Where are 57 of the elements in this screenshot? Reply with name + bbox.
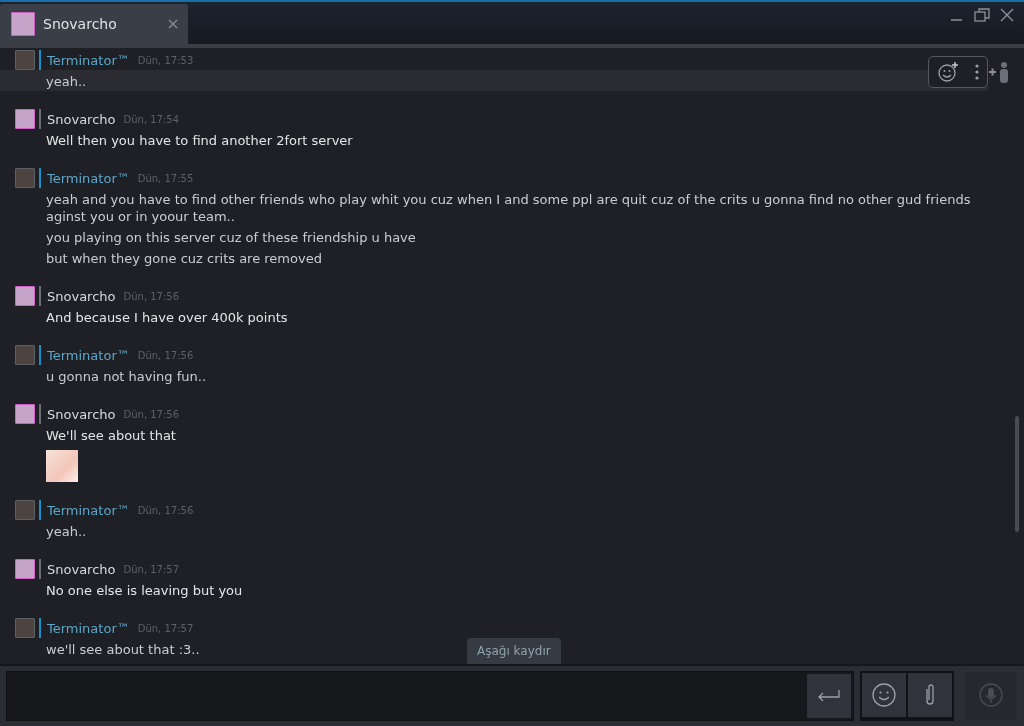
author-name[interactable]: Snovarcho xyxy=(47,406,116,422)
user-avatar[interactable] xyxy=(15,50,35,70)
message-text: u gonna not having fun.. xyxy=(45,368,208,386)
user-avatar[interactable] xyxy=(15,168,35,188)
paperclip-icon xyxy=(924,683,936,707)
add-reaction-icon[interactable] xyxy=(937,61,959,83)
author-name[interactable]: Terminator™ xyxy=(47,502,130,518)
message-text: We'll see about that xyxy=(45,427,177,445)
message-input[interactable] xyxy=(6,671,854,721)
more-icon[interactable] xyxy=(975,64,979,80)
author-name[interactable]: Snovarcho xyxy=(47,111,116,127)
message-text: but when they gone cuz crits are removed xyxy=(45,250,323,268)
author-name[interactable]: Terminator™ xyxy=(47,620,130,636)
close-icon[interactable] xyxy=(168,19,178,29)
microphone-icon xyxy=(978,683,1004,709)
scrollbar-thumb[interactable] xyxy=(1015,416,1019,532)
user-avatar[interactable] xyxy=(15,109,35,129)
message-time: Dün, 17:57 xyxy=(123,563,180,575)
message-time: Dün, 17:56 xyxy=(123,290,180,302)
restore-icon[interactable] xyxy=(974,8,990,22)
user-avatar xyxy=(11,12,35,36)
emoji-button[interactable] xyxy=(862,673,906,717)
tab-title: Snovarcho xyxy=(43,16,118,32)
attach-button[interactable] xyxy=(908,673,952,717)
send-button[interactable] xyxy=(807,674,851,718)
voice-button[interactable] xyxy=(964,671,1018,721)
message-text: yeah.. xyxy=(0,70,988,91)
message-text: yeah.. xyxy=(45,523,88,541)
user-avatar[interactable] xyxy=(15,345,35,365)
message-text: And because I have over 400k points xyxy=(45,309,289,327)
message-time: Dün, 17:57 xyxy=(137,622,194,634)
close-icon[interactable] xyxy=(1000,8,1014,22)
user-avatar[interactable] xyxy=(15,618,35,638)
author-name[interactable]: Snovarcho xyxy=(47,561,116,577)
message-time: Dün, 17:55 xyxy=(137,172,194,184)
message-text: we'll see about that :3.. xyxy=(45,641,201,659)
message-text: you playing on this server cuz of these friendship u have xyxy=(45,229,417,247)
chat-tab[interactable]: Snovarcho xyxy=(0,4,188,44)
author-name[interactable]: Terminator™ xyxy=(47,52,130,68)
message-text: Well then you have to find another 2fort server xyxy=(45,132,354,150)
message-time: Dün, 17:56 xyxy=(137,349,194,361)
message-time: Dün, 17:56 xyxy=(123,408,180,420)
author-name[interactable]: Snovarcho xyxy=(47,288,116,304)
user-avatar[interactable] xyxy=(15,500,35,520)
user-avatar[interactable] xyxy=(15,286,35,306)
message-text: No one else is leaving but you xyxy=(45,582,244,600)
user-avatar[interactable] xyxy=(15,404,35,424)
smiley-icon xyxy=(872,683,896,707)
scroll-down-button[interactable]: Aşağı kaydır xyxy=(467,638,561,664)
message-time: Dün, 17:54 xyxy=(123,113,180,125)
author-name[interactable]: Terminator™ xyxy=(47,347,130,363)
message-time: Dün, 17:53 xyxy=(137,54,194,66)
message-text: yeah and you have to find other friends who play whit you cuz when I and some ppl are quit cuz of the crits u gonna find no other gud friends aginst you or in yoour team.. xyxy=(45,191,972,226)
return-arrow-icon xyxy=(817,689,841,703)
message-time: Dün, 17:56 xyxy=(137,504,194,516)
author-name[interactable]: Terminator™ xyxy=(47,170,130,186)
user-avatar[interactable] xyxy=(15,559,35,579)
